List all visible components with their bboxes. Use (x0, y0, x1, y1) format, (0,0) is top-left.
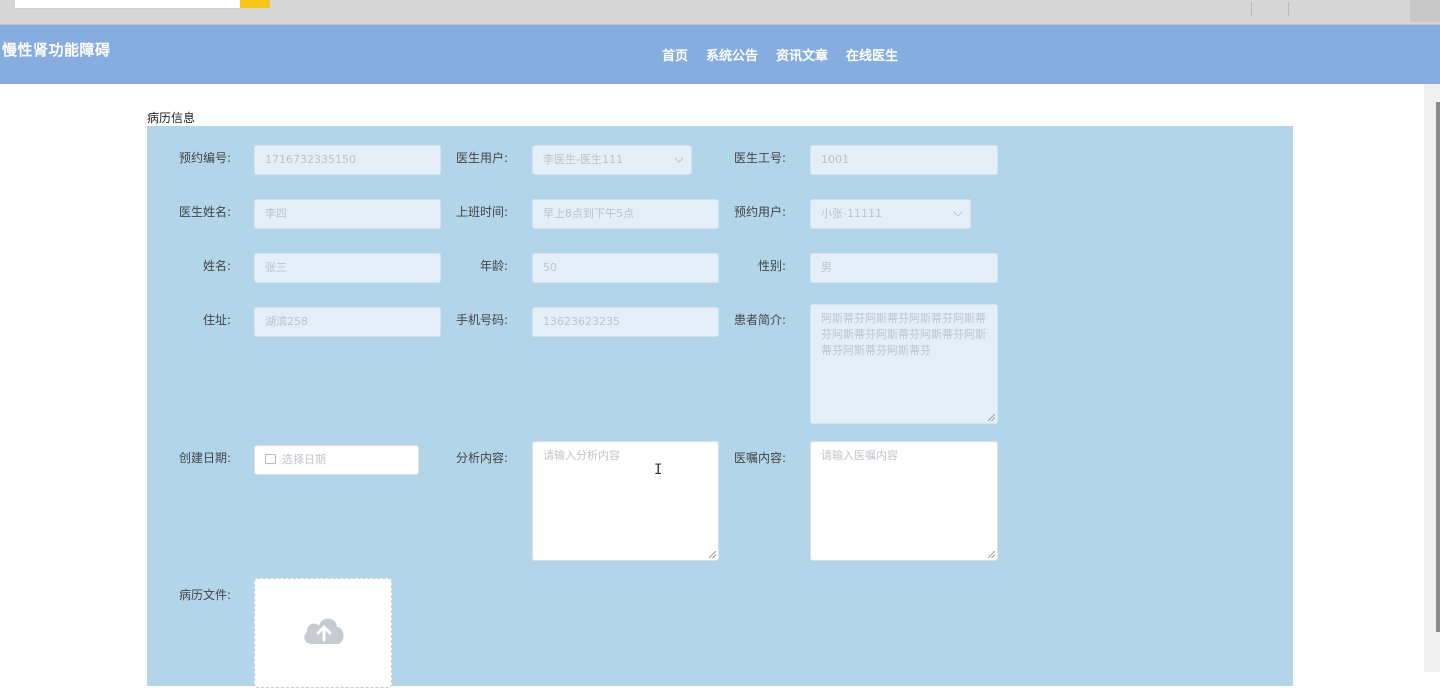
page-scrollbar[interactable] (1424, 84, 1440, 672)
booking-user-label: 预约用户: (733, 205, 786, 219)
patient-intro-textarea[interactable]: 阿斯蒂芬阿斯蒂芬阿斯蒂芬阿斯蒂芬阿斯蒂芬阿斯蒂芬阿斯蒂芬阿斯蒂芬阿斯蒂芬阿斯蒂芬 (810, 304, 998, 424)
section-title: 病历信息 (147, 111, 196, 125)
calendar-icon (265, 454, 276, 464)
doctor-user-label: 医生用户: (455, 151, 508, 165)
chevron-down-icon (674, 153, 684, 163)
appointment-no-label: 预约编号: (178, 151, 231, 165)
nav-announcements[interactable]: 系统公告 (706, 45, 758, 64)
phone-label: 手机号码: (455, 313, 508, 327)
name-label: 姓名: (202, 259, 231, 273)
doctor-name-label: 医生姓名: (178, 205, 231, 219)
cloud-upload-icon (304, 618, 344, 644)
toolbar-divider (1288, 2, 1289, 16)
resize-grip-icon[interactable] (988, 551, 995, 558)
advice-placeholder: 请输入医嘱内容 (821, 449, 898, 462)
advice-label: 医嘱内容: (733, 451, 786, 465)
doctor-user-value: 李医生-医生111 (543, 153, 623, 166)
browser-toolbar (0, 0, 1440, 25)
create-date-placeholder: 选择日期 (282, 453, 326, 466)
gender-field[interactable]: 男 (810, 253, 998, 283)
doctor-id-label: 医生工号: (733, 151, 786, 165)
booking-user-value: 小张-11111 (821, 207, 882, 220)
record-file-label: 病历文件: (178, 588, 231, 602)
medical-record-form: 预约编号: 1716732335150 医生用户: 李医生-医生111 医生工号… (147, 126, 1293, 688)
advice-textarea[interactable]: 请输入医嘱内容 (810, 441, 998, 561)
phone-field[interactable]: 13623623235 (532, 307, 719, 337)
analysis-textarea[interactable]: 请输入分析内容 (532, 441, 719, 561)
toolbar-divider (1251, 2, 1252, 16)
create-date-picker[interactable]: 选择日期 (254, 445, 419, 475)
gender-label: 性别: (757, 259, 786, 273)
text-cursor-icon: I (654, 462, 663, 478)
site-header: 慢性肾功能障碍 首页 系统公告 资讯文章 在线医生 (0, 25, 1440, 84)
appointment-no-field[interactable]: 1716732335150 (254, 145, 441, 175)
work-time-field[interactable]: 早上8点到下午5点 (532, 199, 719, 229)
create-date-label: 创建日期: (178, 451, 231, 465)
age-field[interactable]: 50 (532, 253, 719, 283)
main-nav: 首页 系统公告 资讯文章 在线医生 (662, 45, 898, 64)
resize-grip-icon[interactable] (988, 414, 995, 421)
window-button[interactable] (1410, 0, 1440, 22)
booking-user-select[interactable]: 小张-11111 (810, 199, 971, 229)
address-bar[interactable] (14, 0, 242, 9)
analysis-label: 分析内容: (455, 451, 508, 465)
site-logo[interactable]: 慢性肾功能障碍 (2, 39, 111, 60)
doctor-id-field[interactable]: 1001 (810, 145, 998, 175)
nav-articles[interactable]: 资讯文章 (776, 45, 828, 64)
nav-online-doctors[interactable]: 在线医生 (846, 45, 898, 64)
resize-grip-icon[interactable] (709, 551, 716, 558)
patient-intro-value: 阿斯蒂芬阿斯蒂芬阿斯蒂芬阿斯蒂芬阿斯蒂芬阿斯蒂芬阿斯蒂芬阿斯蒂芬阿斯蒂芬阿斯蒂芬 (821, 312, 986, 357)
chevron-down-icon (953, 207, 963, 217)
doctor-name-field[interactable]: 李四 (254, 199, 441, 229)
analysis-placeholder: 请输入分析内容 (543, 449, 620, 462)
active-tab-indicator (240, 0, 270, 8)
name-field[interactable]: 张三 (254, 253, 441, 283)
age-label: 年龄: (479, 259, 508, 273)
address-label: 住址: (202, 313, 231, 327)
address-field[interactable]: 湖滨258 (254, 307, 441, 337)
work-time-label: 上班时间: (455, 205, 508, 219)
doctor-user-select[interactable]: 李医生-医生111 (532, 145, 692, 175)
patient-intro-label: 患者简介: (733, 313, 786, 327)
scrollbar-thumb[interactable] (1436, 102, 1440, 632)
nav-home[interactable]: 首页 (662, 45, 688, 64)
